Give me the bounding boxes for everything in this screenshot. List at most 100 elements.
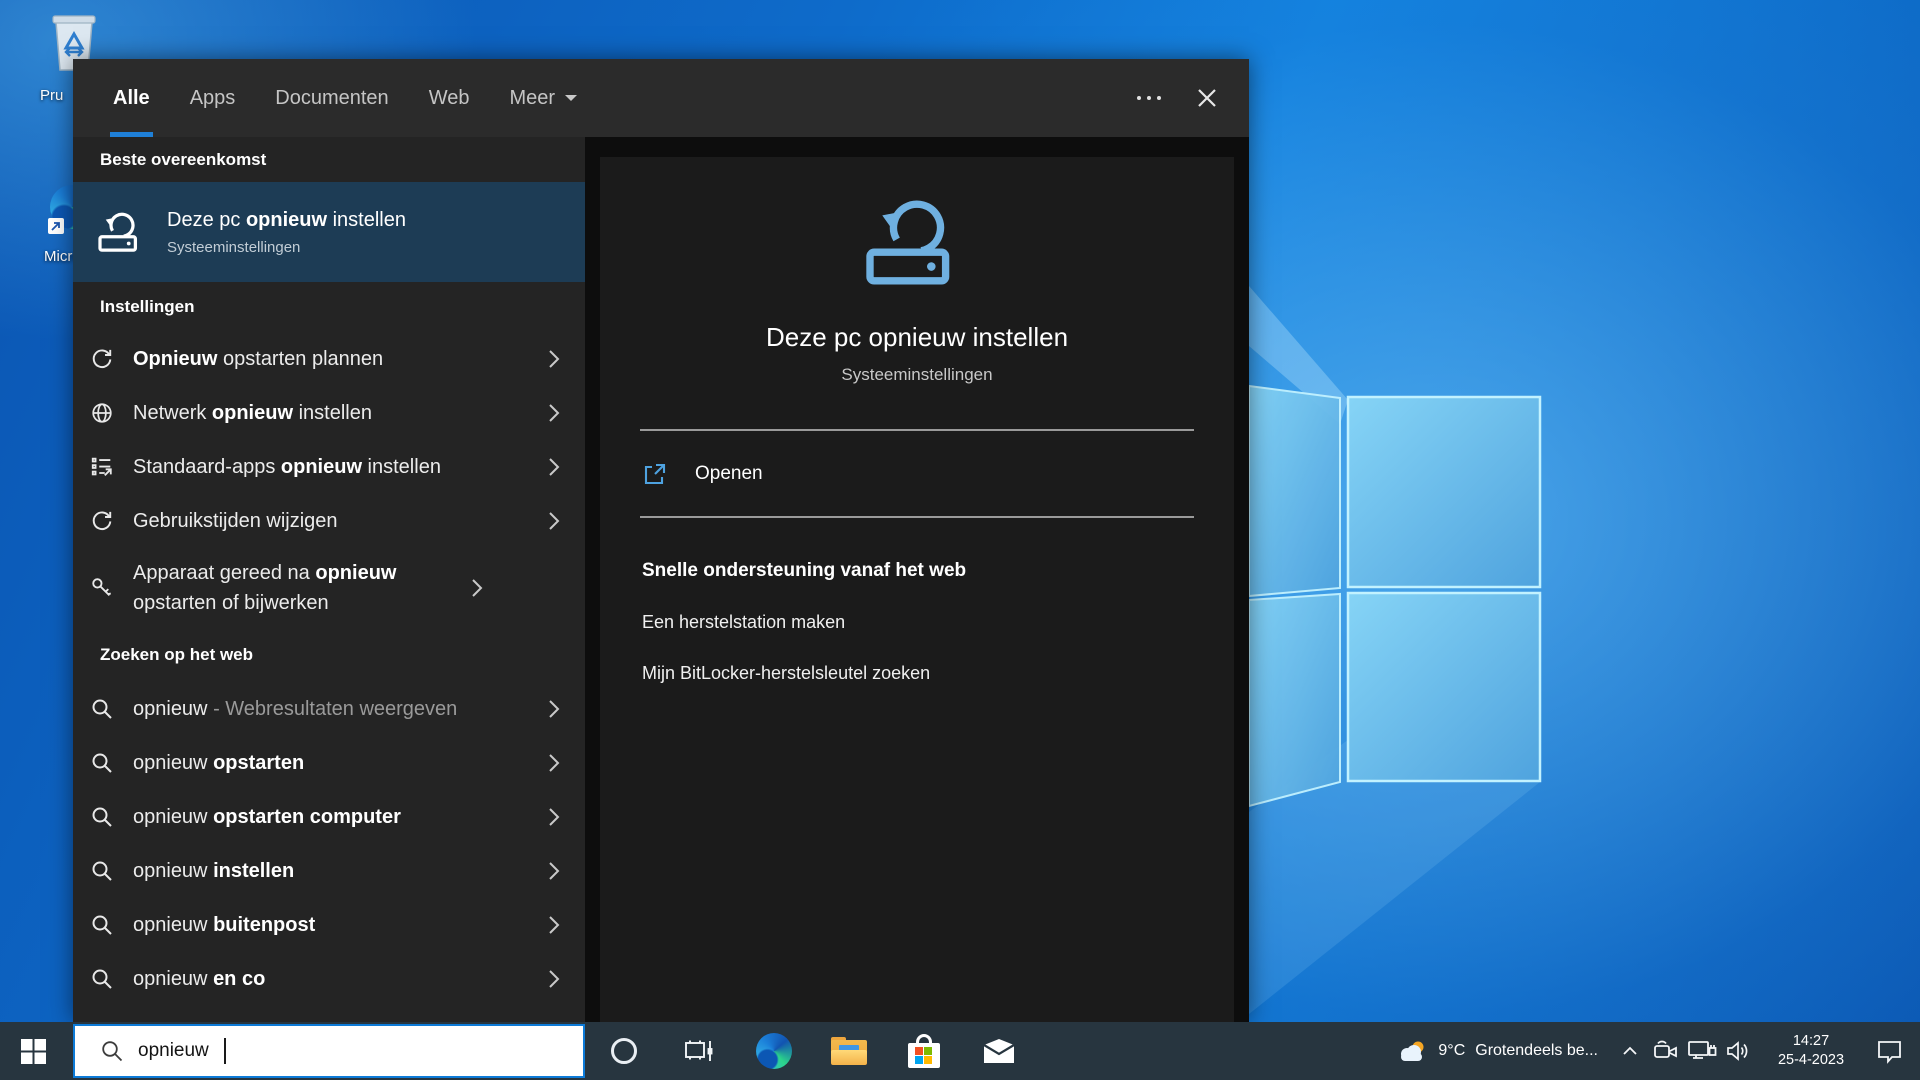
windows-start-icon bbox=[20, 1038, 46, 1064]
web-search-item[interactable]: opnieuw opstarten bbox=[73, 736, 585, 790]
chevron-up-icon bbox=[1623, 1046, 1637, 1055]
temperature-label: 9°C bbox=[1438, 1042, 1466, 1059]
search-icon bbox=[102, 1041, 123, 1062]
settings-section-header: Instellingen bbox=[100, 297, 195, 316]
meet-now-icon bbox=[1654, 1040, 1677, 1058]
volume-button[interactable] bbox=[1720, 1022, 1756, 1080]
action-center-icon bbox=[1878, 1041, 1901, 1064]
search-input-value: opnieuw bbox=[138, 1040, 209, 1061]
web-search-item-label: opnieuw opstarten computer bbox=[133, 806, 401, 828]
search-icon bbox=[90, 859, 114, 883]
weather-partly-cloudy-icon bbox=[1401, 1041, 1424, 1061]
action-center-button[interactable] bbox=[1866, 1022, 1912, 1080]
preview-link[interactable]: Mijn BitLocker-herstelsleutel zoeken bbox=[642, 663, 930, 684]
search-icon bbox=[90, 913, 114, 937]
search-icon bbox=[90, 697, 114, 721]
mail-button[interactable] bbox=[961, 1022, 1036, 1080]
settings-item-label: Gebruikstijden wijzigen bbox=[133, 510, 338, 532]
web-search-item-label: opnieuw instellen bbox=[133, 860, 295, 882]
more-options-icon[interactable] bbox=[1133, 86, 1165, 110]
settings-item-label: Apparaat gereed na opnieuw opstarten of … bbox=[133, 562, 397, 614]
clock-time: 14:27 bbox=[1792, 1032, 1830, 1049]
desktop-wallpaper: Pru Micro Alle Apps Documenten Web Meer … bbox=[0, 0, 1920, 1080]
task-view-button[interactable] bbox=[661, 1022, 736, 1080]
settings-item[interactable]: Gebruikstijden wijzigen bbox=[73, 494, 585, 548]
file-explorer-icon bbox=[830, 1037, 867, 1065]
best-match-title: Deze pc opnieuw instellen bbox=[167, 208, 406, 231]
web-search-item-label: opnieuw buitenpost bbox=[133, 914, 316, 936]
chevron-right-icon[interactable] bbox=[548, 699, 560, 719]
best-match-header: Beste overeenkomst bbox=[100, 149, 267, 169]
search-flyout: Alle Apps Documenten Web Meer Beste over… bbox=[73, 59, 1249, 1022]
chevron-right-icon[interactable] bbox=[548, 457, 560, 477]
tab-documenten[interactable]: Documenten bbox=[275, 59, 388, 137]
recycle-bin-label: Pru bbox=[40, 87, 64, 104]
web-search-item-label: opnieuw opstarten bbox=[133, 752, 305, 774]
start-button[interactable] bbox=[0, 1022, 66, 1080]
settings-item-label: Opnieuw opstarten plannen bbox=[133, 348, 384, 370]
weather-text: Grotendeels be... bbox=[1475, 1042, 1598, 1059]
settings-item[interactable]: Netwerk opnieuw instellen bbox=[73, 386, 585, 440]
preview-subtitle: Systeeminstellingen bbox=[841, 365, 993, 384]
search-icon bbox=[90, 967, 114, 991]
system-tray: 9°C Grotendeels be... 14:27 25-4-2023 bbox=[1382, 1022, 1920, 1080]
settings-item[interactable]: Standaard-apps opnieuw instellen bbox=[73, 440, 585, 494]
key-icon bbox=[90, 576, 114, 600]
web-search-item[interactable]: opnieuw instellen bbox=[73, 844, 585, 898]
search-icon bbox=[90, 751, 114, 775]
sync-icon bbox=[90, 509, 114, 533]
meet-now-button[interactable] bbox=[1648, 1022, 1684, 1080]
settings-item[interactable]: Apparaat gereed na opnieuw opstarten of … bbox=[73, 548, 585, 628]
web-search-item[interactable]: opnieuw - Webresultaten weergeven bbox=[73, 682, 585, 736]
taskbar-search-input[interactable]: opnieuw bbox=[73, 1024, 585, 1078]
tab-alle[interactable]: Alle bbox=[110, 59, 153, 137]
close-icon[interactable] bbox=[1195, 86, 1219, 110]
file-explorer-button[interactable] bbox=[811, 1022, 886, 1080]
list-reset-icon bbox=[90, 455, 114, 479]
search-tabs-bar: Alle Apps Documenten Web Meer bbox=[73, 59, 1249, 137]
settings-item-label: Netwerk opnieuw instellen bbox=[133, 402, 372, 424]
web-search-item-label: opnieuw - Webresultaten weergeven bbox=[133, 698, 458, 720]
search-results-list: Beste overeenkomst Deze pc opnieuw inste… bbox=[73, 137, 585, 1022]
web-search-item[interactable]: opnieuw buitenpost bbox=[73, 898, 585, 952]
tab-apps[interactable]: Apps bbox=[190, 59, 236, 137]
reset-drive-icon bbox=[861, 195, 973, 294]
shortcut-arrow-icon bbox=[48, 218, 64, 234]
best-match-subtitle: Systeeminstellingen bbox=[167, 238, 301, 256]
tab-meer[interactable]: Meer bbox=[509, 59, 578, 137]
chevron-right-icon[interactable] bbox=[548, 861, 560, 881]
chevron-right-icon[interactable] bbox=[548, 403, 560, 423]
web-search-item[interactable]: opnieuw en co bbox=[73, 952, 585, 1006]
tab-web[interactable]: Web bbox=[429, 59, 470, 137]
weather-widget[interactable]: 9°C Grotendeels be... bbox=[1382, 1022, 1612, 1080]
volume-icon bbox=[1727, 1041, 1748, 1061]
best-match-result[interactable]: Deze pc opnieuw instellen Systeeminstell… bbox=[73, 182, 585, 282]
taskbar-clock[interactable]: 14:27 25-4-2023 bbox=[1764, 1032, 1858, 1070]
chevron-down-icon bbox=[565, 95, 578, 107]
chevron-right-icon[interactable] bbox=[548, 969, 560, 989]
chevron-right-icon[interactable] bbox=[471, 578, 483, 598]
store-button[interactable] bbox=[886, 1022, 961, 1080]
settings-item[interactable]: Opnieuw opstarten plannen bbox=[73, 332, 585, 386]
cortana-button[interactable] bbox=[586, 1022, 661, 1080]
edge-icon bbox=[755, 1033, 792, 1069]
web-section-header: Zoeken op het web bbox=[100, 645, 254, 664]
open-command[interactable]: Openen bbox=[600, 431, 1234, 516]
chevron-right-icon[interactable] bbox=[548, 915, 560, 935]
chevron-right-icon[interactable] bbox=[548, 511, 560, 531]
text-cursor bbox=[223, 1038, 226, 1064]
chevron-right-icon[interactable] bbox=[548, 753, 560, 773]
network-icon bbox=[1688, 1041, 1717, 1059]
reset-drive-icon bbox=[97, 210, 147, 254]
chevron-right-icon[interactable] bbox=[548, 807, 560, 827]
edge-button[interactable] bbox=[736, 1022, 811, 1080]
web-search-item[interactable]: opnieuw opstarten computer bbox=[73, 790, 585, 844]
open-external-icon bbox=[644, 463, 666, 484]
globe-icon bbox=[90, 401, 114, 425]
network-button[interactable] bbox=[1684, 1022, 1720, 1080]
chevron-right-icon[interactable] bbox=[548, 349, 560, 369]
hidden-icons-button[interactable] bbox=[1612, 1022, 1648, 1080]
store-icon bbox=[907, 1034, 940, 1068]
preview-link[interactable]: Een herstelstation maken bbox=[642, 612, 845, 633]
mail-icon bbox=[982, 1039, 1015, 1063]
